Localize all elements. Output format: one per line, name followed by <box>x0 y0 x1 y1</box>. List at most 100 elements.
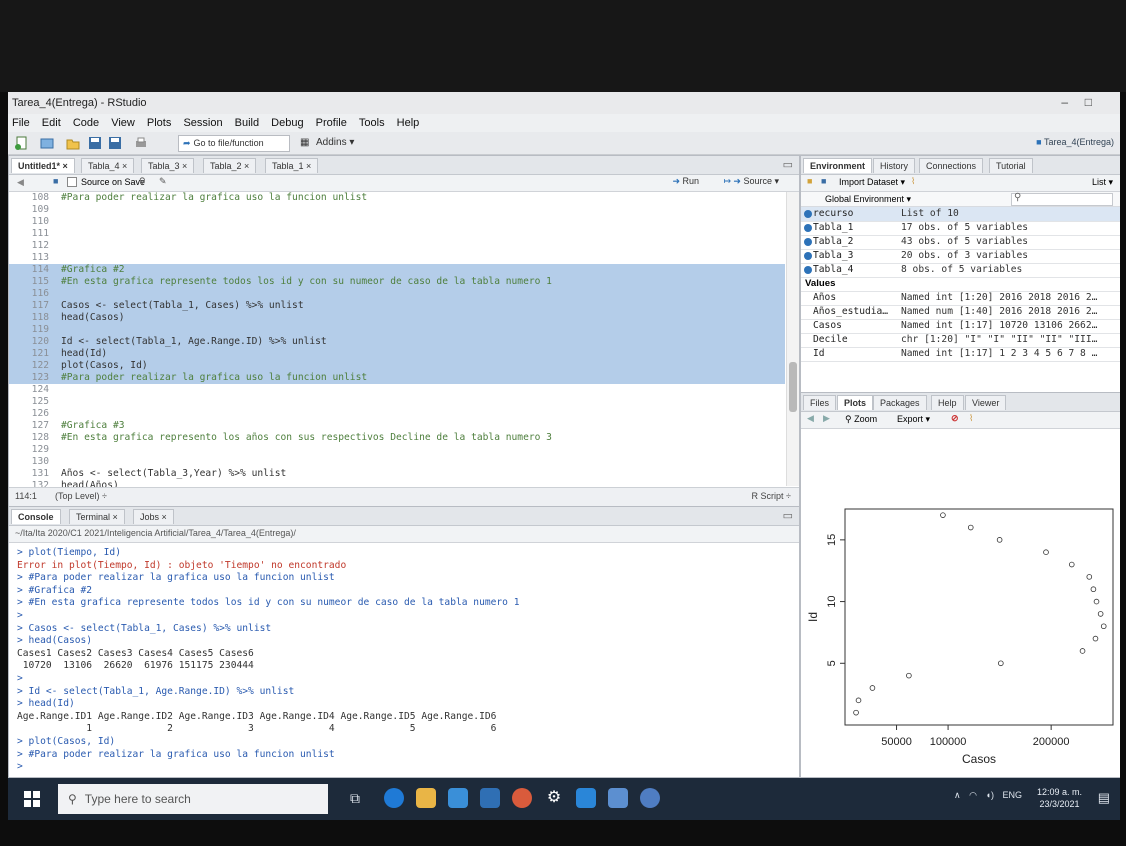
print-icon[interactable] <box>134 136 148 150</box>
chevron-up-icon[interactable]: ∧ <box>954 790 961 800</box>
code-line[interactable]: 127 #Grafica #3 <box>9 420 785 432</box>
taskbar-clock[interactable]: 12:09 a. m. 23/3/2021 <box>1037 786 1082 810</box>
back-arrow-icon[interactable]: ◀ <box>17 177 24 188</box>
maximize-button[interactable]: □ <box>1085 95 1092 109</box>
code-line[interactable]: 112 <box>9 240 785 252</box>
menu-profile[interactable]: Profile <box>316 117 347 129</box>
source-button[interactable]: ➜ Source ▾ <box>733 176 779 187</box>
environment-row[interactable]: Tabla_3 20 obs. of 3 variables <box>801 249 1120 264</box>
vscode-icon[interactable] <box>576 788 596 808</box>
code-area[interactable]: 108 #Para poder realizar la grafica uso l… <box>9 192 785 503</box>
tab-untitled1[interactable]: Untitled1* × <box>11 158 75 173</box>
expand-arrow-icon[interactable] <box>804 224 812 232</box>
volume-icon[interactable]: ◖) <box>986 790 994 800</box>
code-line[interactable]: 109 <box>9 204 785 216</box>
pane-maximize-icon[interactable]: ▭ <box>783 158 793 171</box>
environment-row[interactable]: Tabla_2 43 obs. of 5 variables <box>801 235 1120 250</box>
environment-row[interactable]: recurso List of 10 <box>801 207 1120 222</box>
environment-row[interactable]: Id Named int [1:17] 1 2 3 4 5 6 7 8 … <box>801 347 1120 362</box>
pane-maximize-icon[interactable]: ▭ <box>783 509 793 522</box>
code-line[interactable]: 113 <box>9 252 785 264</box>
code-line[interactable]: 125 <box>9 396 785 408</box>
expand-arrow-icon[interactable] <box>804 210 812 218</box>
addins-menu[interactable]: Addins ▾ <box>316 136 354 150</box>
tab-tabla-3[interactable]: Tabla_3 × <box>141 158 195 173</box>
mail-icon[interactable] <box>448 788 468 808</box>
next-plot-icon[interactable]: ▶ <box>823 413 830 424</box>
tab-jobs[interactable]: Jobs × <box>133 509 174 524</box>
import-dataset-button[interactable]: Import Dataset ▾ <box>839 177 905 188</box>
code-line[interactable]: 118 head(Casos) <box>9 312 785 324</box>
save-icon[interactable] <box>88 136 102 150</box>
tab-help[interactable]: Help <box>931 395 964 410</box>
go-to-file-input[interactable]: ➦ Go to file/function <box>178 135 290 152</box>
code-line[interactable]: 111 <box>9 228 785 240</box>
app-icon[interactable] <box>608 788 628 808</box>
windows-start-icon[interactable] <box>24 791 40 807</box>
code-line[interactable]: 108 #Para poder realizar la grafica uso l… <box>9 192 785 204</box>
minimize-button[interactable]: – <box>1061 95 1068 109</box>
expand-arrow-icon[interactable] <box>804 238 812 246</box>
editor-scrollbar[interactable] <box>786 192 799 486</box>
code-line[interactable]: 114 #Grafica #2 <box>9 264 785 276</box>
tab-tutorial[interactable]: Tutorial <box>989 158 1033 173</box>
menu-debug[interactable]: Debug <box>271 117 303 129</box>
remove-plot-icon[interactable]: ⊘ <box>951 413 959 424</box>
tab-tabla-1[interactable]: Tabla_1 × <box>265 158 319 173</box>
code-line[interactable]: 121 head(Id) <box>9 348 785 360</box>
load-workspace-icon[interactable]: ■ <box>807 176 812 186</box>
environment-row[interactable]: Casos Named int [1:17] 10720 13106 2662… <box>801 319 1120 334</box>
environment-row[interactable]: Tabla_4 8 obs. of 5 variables <box>801 263 1120 278</box>
notifications-icon[interactable]: ▤ <box>1098 790 1110 806</box>
expand-arrow-icon[interactable] <box>804 266 812 274</box>
code-line[interactable]: 117 Casos <- select(Tabla_1, Cases) %>% u… <box>9 300 785 312</box>
clear-plots-icon[interactable]: ⌇ <box>969 413 973 424</box>
new-file-icon[interactable] <box>14 136 28 150</box>
tab-tabla-4[interactable]: Tabla_4 × <box>81 158 135 173</box>
menu-session[interactable]: Session <box>183 117 222 129</box>
environment-row[interactable]: Decile chr [1:20] "I" "I" "II" "II" "III… <box>801 333 1120 348</box>
code-line[interactable]: 123 #Para poder realizar la grafica uso l… <box>9 372 785 384</box>
code-line[interactable]: 128 #En esta grafica represento los años … <box>9 432 785 444</box>
open-file-icon[interactable] <box>66 136 80 150</box>
environment-search-input[interactable]: ⚲ <box>1011 192 1113 206</box>
code-line[interactable]: 129 <box>9 444 785 456</box>
save-file-icon[interactable]: ■ <box>53 176 58 186</box>
environment-row[interactable]: Tabla_1 17 obs. of 5 variables <box>801 221 1120 236</box>
code-line[interactable]: 124 <box>9 384 785 396</box>
taskbar-search[interactable]: ⚲ Type here to search <box>58 784 328 814</box>
menu-file[interactable]: File <box>12 117 30 129</box>
run-button[interactable]: ➜ Run <box>672 176 699 187</box>
save-all-icon[interactable] <box>108 136 122 150</box>
menu-edit[interactable]: Edit <box>42 117 61 129</box>
wand-icon[interactable]: ✎ <box>159 176 167 187</box>
environment-row[interactable]: Años_estudia… Named num [1:40] 2016 2018 … <box>801 305 1120 320</box>
file-explorer-icon[interactable] <box>416 788 436 808</box>
save-workspace-icon[interactable]: ■ <box>821 176 826 186</box>
menu-build[interactable]: Build <box>235 117 259 129</box>
code-line[interactable]: 130 <box>9 456 785 468</box>
file-type-selector[interactable]: R Script ÷ <box>752 491 791 501</box>
console-output[interactable]: > plot(Tiempo, Id) Error in plot(Tiempo, … <box>9 543 799 777</box>
code-line[interactable]: 115 #En esta grafica represente todos los… <box>9 276 785 288</box>
rstudio-icon[interactable] <box>640 788 660 808</box>
menu-code[interactable]: Code <box>73 117 99 129</box>
search-icon[interactable]: ⚲ <box>139 176 146 187</box>
language-indicator[interactable]: ENG <box>1002 790 1022 800</box>
chrome-icon[interactable] <box>512 788 532 808</box>
code-line[interactable]: 122 plot(Casos, Id) <box>9 360 785 372</box>
code-line[interactable]: 119 <box>9 324 785 336</box>
tab-console[interactable]: Console <box>11 509 61 524</box>
source-on-save-checkbox[interactable] <box>67 177 77 187</box>
menu-help[interactable]: Help <box>397 117 420 129</box>
tab-terminal[interactable]: Terminal × <box>69 509 125 524</box>
grid-icon[interactable]: ▦ <box>300 136 309 150</box>
code-line[interactable]: 131 Años <- select(Tabla_3,Year) %>% unli… <box>9 468 785 480</box>
wifi-icon[interactable]: ◠ <box>969 790 977 800</box>
new-project-icon[interactable] <box>40 136 54 150</box>
tab-viewer[interactable]: Viewer <box>965 395 1007 410</box>
code-line[interactable]: 116 <box>9 288 785 300</box>
edge-icon[interactable] <box>384 788 404 808</box>
task-view-icon[interactable]: ⧉ <box>350 790 360 807</box>
list-view-button[interactable]: List ▾ <box>1092 177 1113 188</box>
